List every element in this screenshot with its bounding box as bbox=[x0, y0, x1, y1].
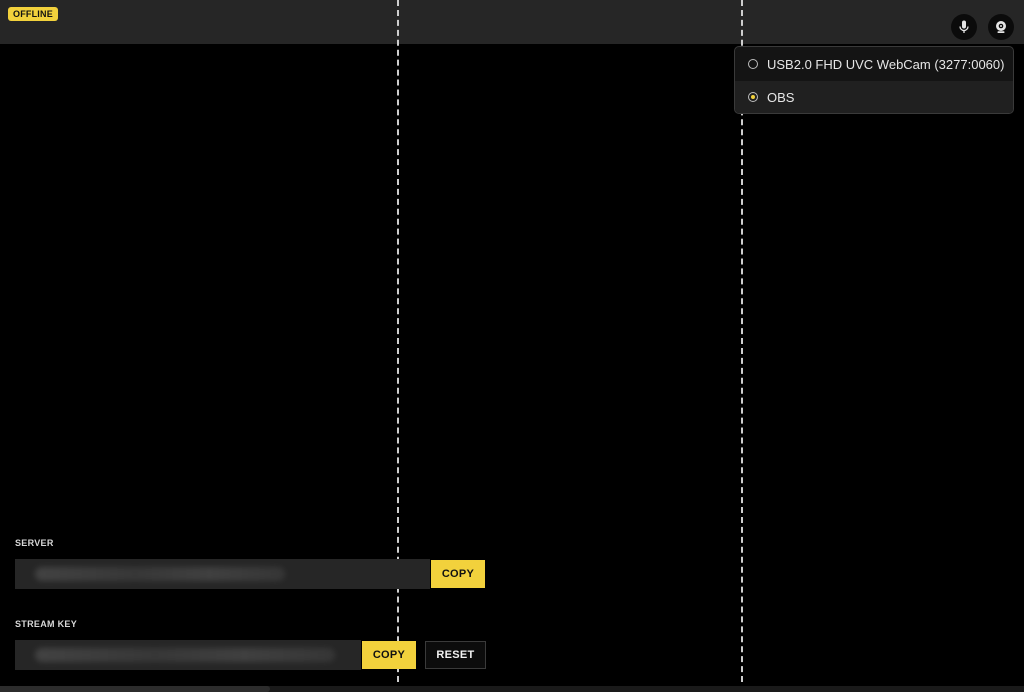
camera-option-label: USB2.0 FHD UVC WebCam (3277:0060) bbox=[767, 56, 1005, 72]
top-bar: OFFLINE bbox=[0, 0, 1024, 44]
redacted-stream-key bbox=[35, 648, 335, 662]
stream-key-field[interactable] bbox=[15, 640, 361, 670]
camera-option-usb-webcam[interactable]: USB2.0 FHD UVC WebCam (3277:0060) bbox=[735, 48, 1013, 80]
redacted-server-url bbox=[35, 567, 285, 581]
copy-server-button[interactable]: COPY bbox=[431, 560, 485, 588]
stream-key-label: STREAM KEY bbox=[15, 619, 78, 629]
radio-selected-icon bbox=[748, 92, 758, 102]
server-label: SERVER bbox=[15, 538, 54, 548]
microphone-icon bbox=[958, 20, 970, 34]
camera-option-obs[interactable]: OBS bbox=[735, 81, 1013, 113]
server-url-field[interactable] bbox=[15, 559, 430, 589]
camera-option-label: OBS bbox=[767, 89, 795, 105]
scrollbar-thumb[interactable] bbox=[0, 686, 270, 692]
radio-unselected-icon bbox=[748, 59, 758, 69]
stream-setup-screen: OFFLINE USB2.0 FHD UVC WebCam (3277:0060… bbox=[0, 0, 1024, 692]
webcam-icon bbox=[994, 20, 1008, 34]
camera-source-menu: USB2.0 FHD UVC WebCam (3277:0060) OBS bbox=[734, 46, 1014, 114]
offline-status-badge: OFFLINE bbox=[8, 7, 58, 21]
reset-stream-key-button[interactable]: RESET bbox=[425, 641, 486, 669]
copy-stream-key-button[interactable]: COPY bbox=[362, 641, 416, 669]
camera-select-button[interactable] bbox=[988, 14, 1014, 40]
microphone-button[interactable] bbox=[951, 14, 977, 40]
